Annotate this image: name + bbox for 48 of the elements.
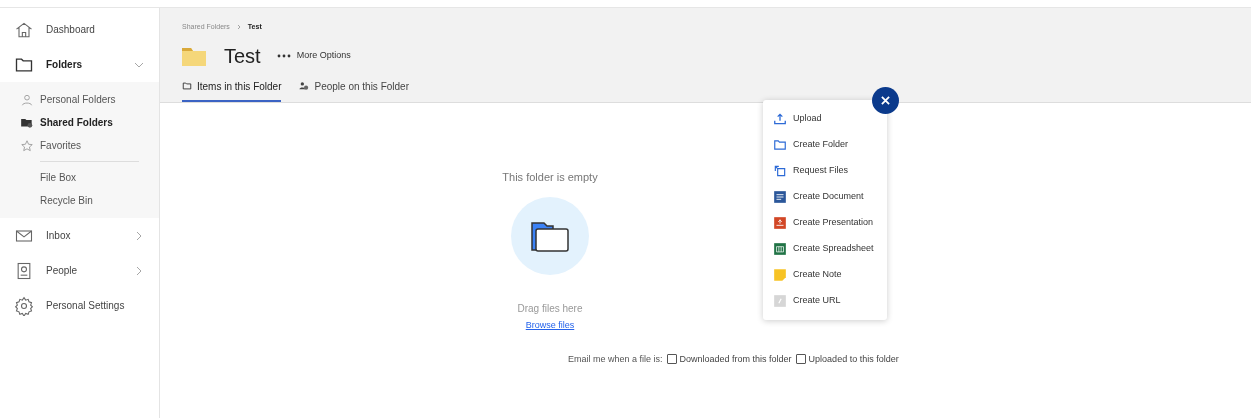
menu-item[interactable]: Create Spreadsheet: [763, 236, 887, 262]
more-options-button[interactable]: More Options: [276, 48, 351, 63]
menu-item[interactable]: Upload: [763, 106, 887, 132]
sidebar-item[interactable]: Inbox: [0, 218, 159, 253]
folder-icon: [530, 219, 570, 253]
settings-icon: [14, 295, 34, 316]
menu-item[interactable]: Create Presentation: [763, 210, 887, 236]
drag-hint: Drag files here: [517, 302, 583, 316]
folder-title: Test: [224, 43, 261, 69]
people-icon: [299, 81, 310, 91]
request-files-icon: [773, 164, 787, 178]
menu-item[interactable]: Create Note: [763, 262, 887, 288]
checkbox[interactable]: [666, 354, 677, 365]
folder-icon: [182, 81, 192, 91]
close-icon: [881, 96, 890, 105]
folder-icon: [182, 45, 206, 66]
checkbox[interactable]: [795, 354, 806, 365]
note-icon: [773, 268, 787, 282]
tab[interactable]: Items in this Folder: [182, 78, 282, 102]
checkbox-label: Uploaded to this folder: [808, 352, 899, 366]
sidebar-item[interactable]: Folders: [0, 47, 159, 82]
menu-item[interactable]: Create Folder: [763, 132, 887, 158]
upload-icon: [773, 112, 787, 126]
sidebar-item[interactable]: Dashboard: [0, 12, 159, 47]
submenu-item[interactable]: Personal Folders: [0, 88, 159, 111]
document-icon: [773, 190, 787, 204]
submenu-item[interactable]: Favorites: [0, 134, 159, 157]
menu-item[interactable]: Request Files: [763, 158, 887, 184]
checkbox-label: Downloaded from this folder: [679, 352, 792, 366]
sidebar-item[interactable]: People: [0, 253, 159, 288]
sidebar-item[interactable]: Personal Settings: [0, 288, 159, 323]
email-label: Email me when a file is:: [568, 352, 663, 366]
menu-item[interactable]: Create URL: [763, 288, 887, 314]
chevron-right-icon: [235, 24, 242, 31]
submenu-item[interactable]: Shared Folders: [0, 111, 159, 134]
more-icon: [276, 53, 291, 58]
menu-item[interactable]: Create Document: [763, 184, 887, 210]
empty-message: This folder is empty: [502, 169, 598, 185]
submenu-item[interactable]: File Box: [40, 166, 139, 189]
star-icon: [20, 138, 34, 153]
browse-files-link[interactable]: Browse files: [525, 319, 575, 333]
presentation-icon: [773, 216, 787, 230]
folder-icon: [773, 138, 787, 152]
tab[interactable]: People on this Folder: [299, 78, 409, 102]
person-icon: [20, 92, 34, 107]
submenu-item[interactable]: Recycle Bin: [0, 189, 159, 212]
spreadsheet-icon: [773, 242, 787, 256]
link-icon: [773, 294, 787, 308]
